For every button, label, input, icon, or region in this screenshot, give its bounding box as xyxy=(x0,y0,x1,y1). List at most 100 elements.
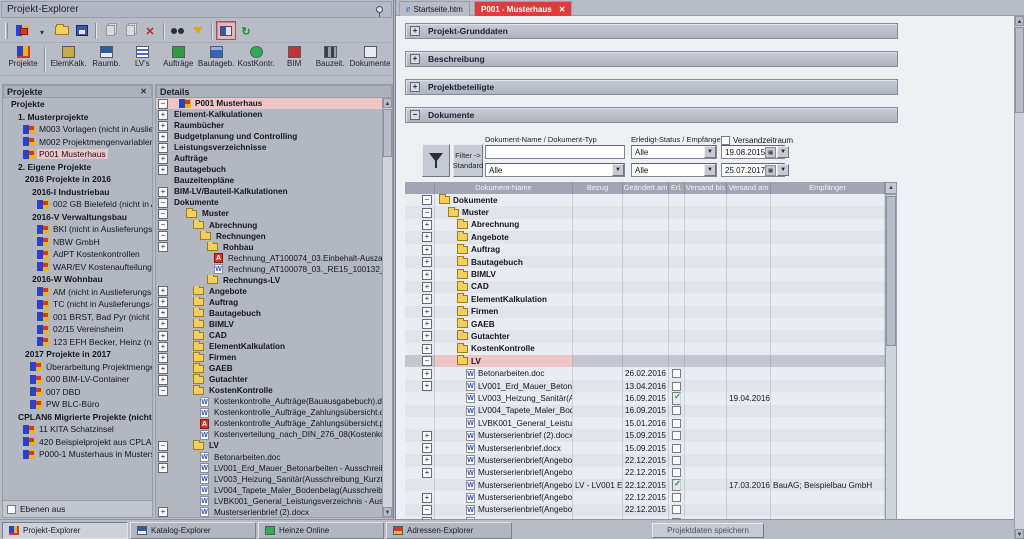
collapse-icon[interactable] xyxy=(158,231,168,241)
status-combo[interactable]: Alle▼ xyxy=(631,145,717,159)
collapse-icon[interactable] xyxy=(158,220,168,230)
expand-icon[interactable] xyxy=(422,344,432,354)
details-tree-item[interactable]: Rechnung_AT100078_03._RE15_100132_LV999_… xyxy=(156,264,382,275)
details-tree-item[interactable]: Kostenkontrolle_Aufträge_Zahlungsübersic… xyxy=(156,407,382,418)
details-tree-item[interactable]: Dokumente xyxy=(156,197,382,208)
calendar-icon[interactable]: ▦ xyxy=(765,147,776,158)
versandzeitraum-checkbox[interactable] xyxy=(721,136,730,145)
collapse-icon[interactable] xyxy=(422,505,432,515)
section-beschreibung[interactable]: Beschreibung xyxy=(405,51,898,67)
unchecked-checkbox[interactable] xyxy=(672,419,681,428)
table-row[interactable]: LV001_Erd_Mauer_Betonarbeiten13.04.2016 xyxy=(405,380,885,392)
details-tree-item[interactable]: BIM-LV/Bauteil-Kalkulationen xyxy=(156,186,382,197)
details-tree-item[interactable]: Kostenkontrolle_Aufträge_Zahlungsübersic… xyxy=(156,418,382,429)
chevron-down-icon[interactable]: ▼ xyxy=(704,146,716,158)
module-button-projekte[interactable]: Projekte xyxy=(5,44,41,75)
details-tree-item[interactable]: Rechnung_AT100074_03.Einbehalt-Auszahlun… xyxy=(156,253,382,264)
project-tree-item[interactable]: Projekte xyxy=(3,98,152,111)
refresh-icon[interactable] xyxy=(236,21,256,40)
unchecked-checkbox[interactable] xyxy=(672,456,681,465)
details-tree-item[interactable]: Muster xyxy=(156,208,382,219)
table-row[interactable]: Muster xyxy=(405,206,885,218)
collapse-icon[interactable] xyxy=(410,110,420,120)
module-button-bautageb[interactable]: Bautageb. xyxy=(196,44,236,75)
expand-icon[interactable] xyxy=(422,369,432,379)
search-icon[interactable] xyxy=(168,21,188,40)
expand-icon[interactable] xyxy=(422,294,432,304)
project-tree-item[interactable]: TC (nicht in Auslieferungs-DB) xyxy=(3,298,152,311)
table-row[interactable]: LV004_Tapete_Maler_Bodenbela16.09.2015 xyxy=(405,405,885,417)
tab-p001musterhaus[interactable]: P001 - Musterhaus✕ xyxy=(474,1,572,16)
details-tree-item[interactable]: Rohbau xyxy=(156,242,382,253)
details-tree-item[interactable]: Firmen xyxy=(156,352,382,363)
table-row[interactable]: LVBK001_General_Leistungsverze15.01.2016 xyxy=(405,417,885,429)
expand-icon[interactable] xyxy=(422,270,432,280)
expand-icon[interactable] xyxy=(422,257,432,267)
unchecked-checkbox[interactable] xyxy=(672,369,681,378)
project-tree-item[interactable]: PW BLC-Büro xyxy=(3,398,152,411)
column-header-Dokument-Name[interactable]: Dokument-Name xyxy=(435,182,573,194)
column-header-Geändert am[interactable]: Geändert am xyxy=(623,182,669,194)
expand-icon[interactable] xyxy=(422,220,432,230)
project-tree-item[interactable]: 2016-I Industriebau xyxy=(3,186,152,199)
tab-startseitehtm[interactable]: eStartseite.htm xyxy=(399,1,470,16)
project-tree-item[interactable]: 2016-W Wohnbau xyxy=(3,273,152,286)
dropdown-caret-icon[interactable] xyxy=(32,21,52,40)
project-tree-item[interactable]: CPLAN6 Migrierte Projekte (nicht auf Aus… xyxy=(3,411,152,424)
details-tree-item[interactable]: GAEB xyxy=(156,363,382,374)
column-header-Versand bis[interactable]: Versand bis xyxy=(685,182,727,194)
details-tree-item[interactable]: Budgetplanung und Controlling xyxy=(156,131,382,142)
table-row[interactable]: Musterserienbrief(Angebotseinholung22.12… xyxy=(405,491,885,503)
calendar-icon[interactable]: ▦ xyxy=(765,165,776,176)
expand-icon[interactable] xyxy=(422,282,432,292)
table-row[interactable]: Musterserienbrief(AngebotseinholungLV - … xyxy=(405,479,885,491)
project-tree-item[interactable]: 001 BRST, Bad Pyr (nicht in Auslieferun xyxy=(3,311,152,324)
doc-name-input[interactable] xyxy=(485,145,625,159)
project-tree-item[interactable]: 123 EFH Becker, Heinz (nicht in Auslie xyxy=(3,336,152,349)
table-row[interactable]: LV xyxy=(405,355,885,367)
date-to-field[interactable]: 25.07.2017▦▼ xyxy=(721,163,785,177)
column-header-expander[interactable] xyxy=(405,182,435,194)
collapse-icon[interactable] xyxy=(158,198,168,208)
bottom-tab-adressenexplorer[interactable]: Adressen-Explorer xyxy=(386,522,512,539)
toolbar-grip[interactable] xyxy=(5,23,8,39)
table-row[interactable]: Betonarbeiten.doc26.02.2016 xyxy=(405,367,885,379)
details-tree-item[interactable]: Bautagebuch xyxy=(156,308,382,319)
bottom-tab-projektexplorer[interactable]: Projekt-Explorer xyxy=(2,522,128,539)
details-tree-item[interactable]: Betonarbeiten.doc xyxy=(156,452,382,463)
module-button-raumb[interactable]: Raumb. xyxy=(88,44,124,75)
import-project-icon[interactable] xyxy=(72,21,92,40)
scroll-thumb[interactable] xyxy=(383,109,392,157)
recipient-combo[interactable]: Alle▼ xyxy=(631,163,717,177)
expand-icon[interactable] xyxy=(422,245,432,255)
expand-icon[interactable] xyxy=(158,452,168,462)
details-tree-item[interactable]: Musterserienbrief (2).docx xyxy=(156,507,382,517)
page-scrollbar[interactable]: ▲ ▼ xyxy=(1014,16,1024,539)
expand-icon[interactable] xyxy=(158,375,168,385)
details-tree-item[interactable]: Rechnungen xyxy=(156,231,382,242)
project-tree-item[interactable]: AdPT Kostenkontrollen xyxy=(3,248,152,261)
project-tree-item[interactable]: M002 Projektmengenvariablen xyxy=(3,136,152,149)
expand-icon[interactable] xyxy=(158,308,168,318)
expand-icon[interactable] xyxy=(422,381,432,391)
column-header-Erl.[interactable]: Erl. xyxy=(669,182,685,194)
close-icon[interactable]: ✕ xyxy=(559,5,566,14)
collapse-icon[interactable] xyxy=(158,386,168,396)
project-tree-item[interactable]: 000 BIM-LV-Container xyxy=(3,373,152,386)
details-tree-item[interactable]: ElementKalkulation xyxy=(156,341,382,352)
details-scrollbar[interactable]: ▲ ▼ xyxy=(382,98,392,517)
module-button-auftrge[interactable]: Aufträge xyxy=(160,44,196,75)
doc-type-combo[interactable]: Alle▼ xyxy=(485,163,625,177)
expand-icon[interactable] xyxy=(158,165,168,175)
details-tree-item[interactable]: Element-Kalkulationen xyxy=(156,109,382,120)
expand-icon[interactable] xyxy=(158,286,168,296)
scroll-down-icon[interactable]: ▼ xyxy=(383,507,392,517)
project-tree-item[interactable]: BKI (nicht in Auslieferungs-DB) xyxy=(3,223,152,236)
expand-icon[interactable] xyxy=(158,154,168,164)
checked-checkbox[interactable] xyxy=(672,479,681,491)
details-tree-item[interactable]: Raumbücher xyxy=(156,120,382,131)
unchecked-checkbox[interactable] xyxy=(672,431,681,440)
unchecked-checkbox[interactable] xyxy=(672,382,681,391)
scroll-up-icon[interactable]: ▲ xyxy=(1015,16,1024,26)
table-row[interactable]: Bautagebuch xyxy=(405,256,885,268)
